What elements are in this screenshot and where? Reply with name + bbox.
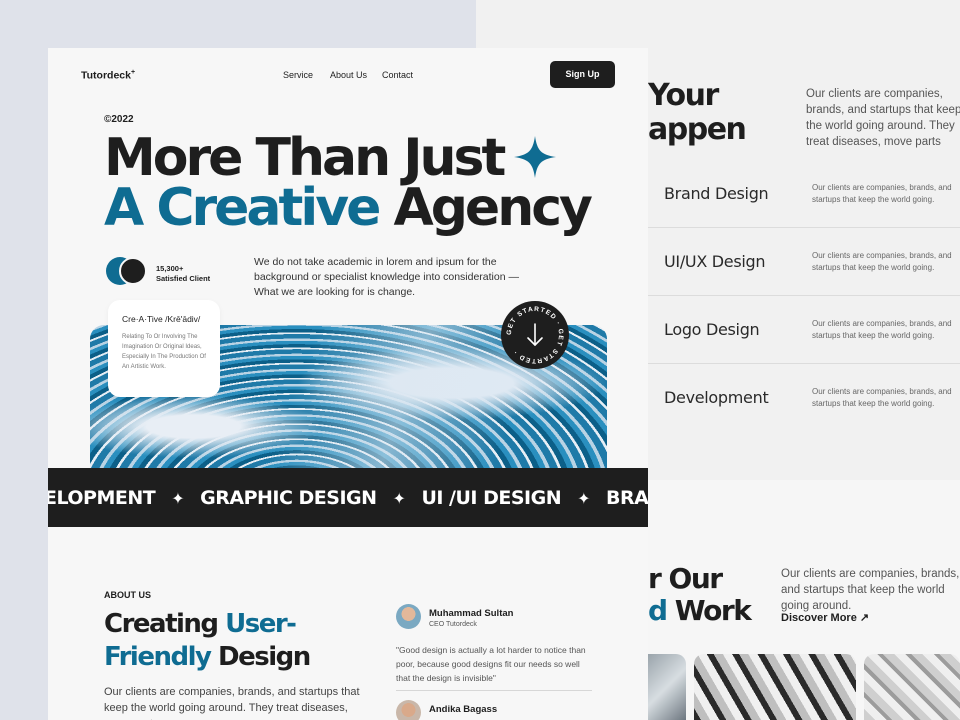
landing-page-card: Tutordeck+ Service About Us Contact Sign… (48, 48, 648, 720)
nav-service[interactable]: Service (283, 70, 313, 80)
definition-body: Relating To Or Involving The Imagination… (122, 334, 206, 370)
about-heading-part: Creating (104, 609, 219, 639)
work-thumbnail[interactable] (648, 654, 686, 720)
sparkle-icon: ✦ (577, 489, 591, 508)
client-avatars (106, 257, 150, 287)
sparkle-icon: ✦ (171, 489, 185, 508)
service-desc: Our clients are companies, brands, and s… (812, 319, 952, 340)
about-heading-part: Design (218, 642, 311, 672)
about-heading-line-2: Friendly Design (104, 642, 311, 672)
testimonial-name: Andika Bagass (429, 704, 498, 715)
about-heading-line-1: Creating User- (104, 609, 297, 639)
client-label: Satisfied Client (156, 274, 211, 283)
ticker-track: ELOPMENT ✦ GRAPHIC DESIGN ✦ UI /UI DESIGN ✦ BR… (48, 487, 648, 509)
nav-contact[interactable]: Contact (382, 70, 413, 80)
service-row[interactable]: Brand Design Our clients are companies, … (648, 160, 960, 228)
ticker-item: ELOPMENT (48, 487, 156, 509)
hero-description: We do not take academic in lorem and ips… (254, 256, 519, 298)
divider (396, 690, 592, 691)
bg-paragraph-bottom: Our clients are companies, brands, and s… (781, 568, 960, 612)
hero-title-line-1: More Than Just (104, 128, 506, 188)
sparkle-icon (514, 136, 556, 178)
bg-heading-accent: d (648, 594, 668, 627)
avatar (119, 257, 147, 285)
hero-title-accent: A Creative (104, 178, 381, 238)
service-title: UI/UX Design (664, 252, 766, 271)
definition-card: Cre·A·Tive /Krē'ādiv/ Relating To Or Inv… (108, 300, 220, 397)
ticker-item: GRAPHIC DESIGN (200, 487, 377, 509)
about-label: ABOUT US (104, 590, 151, 600)
year-label: ©2022 (104, 114, 134, 125)
service-desc: Our clients are companies, brands, and s… (812, 251, 952, 272)
service-title: Brand Design (664, 184, 769, 203)
discover-more-link[interactable]: Discover More ↗ (781, 611, 869, 624)
sparkle-icon: ✦ (392, 489, 406, 508)
services-ticker: ELOPMENT ✦ GRAPHIC DESIGN ✦ UI /UI DESIGN ✦ BR… (48, 468, 648, 527)
avatar (396, 604, 421, 629)
hero-title-rest: Agency (393, 178, 592, 238)
definition-title: Cre·A·Tive /Krē'ādiv/ (122, 314, 201, 324)
sign-up-button[interactable]: Sign Up (550, 61, 615, 88)
logo[interactable]: Tutordeck+ (81, 69, 135, 82)
bg-heading-rest: Work (674, 594, 752, 627)
bg-heading-bottom-2: d Work (648, 594, 752, 627)
testimonial-name: Muhammad Sultan (429, 608, 514, 619)
avatar (396, 700, 421, 720)
about-heading-accent: Friendly (104, 642, 212, 672)
testimonial-role: CEO Tutordeck (429, 621, 477, 628)
about-heading-accent: User- (225, 609, 297, 639)
work-thumbnail[interactable] (694, 654, 856, 720)
service-row[interactable]: Logo Design Our clients are companies, b… (648, 296, 960, 364)
about-text: Our clients are companies, brands, and s… (104, 686, 360, 720)
testimonial-quote: "Good design is actually a lot harder to… (396, 645, 586, 683)
service-row[interactable]: UI/UX Design Our clients are companies, … (648, 228, 960, 296)
ticker-item: BRAND DESIGN (606, 487, 648, 509)
work-thumbnails (648, 654, 960, 720)
client-count: 15,300+ (156, 264, 184, 273)
hero-title-line-2: A Creative Agency (104, 182, 593, 234)
bg-heading-top-1: Your (648, 78, 719, 113)
nav-about-us[interactable]: About Us (330, 70, 367, 80)
service-title: Development (664, 388, 769, 407)
get-started-badge[interactable]: GET STARTED · GET STARTED · (500, 300, 570, 370)
bg-heading-top-2: appen (648, 112, 747, 147)
work-thumbnail[interactable] (864, 654, 960, 720)
service-desc: Our clients are companies, brands, and s… (812, 387, 952, 408)
service-title: Logo Design (664, 320, 760, 339)
service-list: Brand Design Our clients are companies, … (648, 160, 960, 432)
ticker-item: UI /UI DESIGN (421, 487, 562, 509)
service-desc: Our clients are companies, brands, and s… (812, 183, 952, 204)
bg-paragraph-top: Our clients are companies, brands, and s… (806, 88, 960, 148)
service-row[interactable]: Development Our clients are companies, b… (648, 364, 960, 432)
bg-heading-bottom-1: r Our (648, 562, 723, 595)
